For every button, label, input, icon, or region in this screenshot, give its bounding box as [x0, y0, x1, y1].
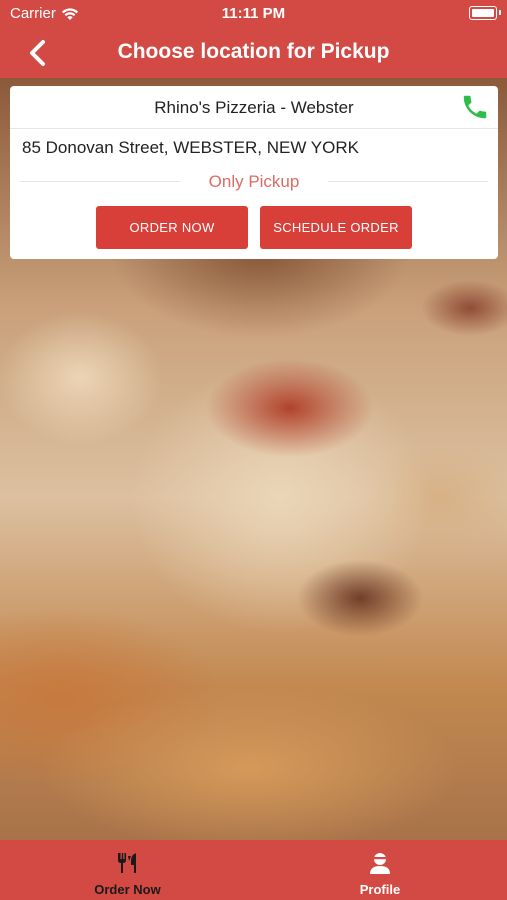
- tab-profile[interactable]: Profile: [330, 840, 430, 900]
- pickup-label: Only Pickup: [208, 172, 300, 191]
- phone-icon[interactable]: [460, 92, 490, 122]
- status-bar: Carrier 11:11 PM: [0, 0, 507, 28]
- fork-knife-icon: [117, 853, 136, 873]
- store-address: 85 Donovan Street, WEBSTER, NEW YORK: [22, 138, 359, 157]
- order-now-button[interactable]: ORDER NOW: [96, 206, 248, 249]
- user-icon: [370, 853, 390, 874]
- location-card: Rhino's Pizzeria - Webster 85 Donovan St…: [10, 86, 498, 259]
- tab-bar: Order Now Profile: [0, 840, 507, 900]
- navigation-bar: Choose location for Pickup: [0, 28, 507, 78]
- card-divider: [10, 128, 498, 129]
- battery-icon: [469, 6, 501, 20]
- tab-profile-label: Profile: [359, 882, 401, 897]
- page-title: Choose location for Pickup: [117, 40, 390, 63]
- store-name: Rhino's Pizzeria - Webster: [154, 98, 354, 117]
- clock: 11:11 PM: [221, 5, 286, 22]
- tab-order-now-label: Order Now: [94, 882, 161, 897]
- pickup-divider-right: [328, 181, 488, 182]
- tab-order-now[interactable]: Order Now: [70, 840, 185, 900]
- schedule-order-button[interactable]: SCHEDULE ORDER: [260, 206, 412, 249]
- pickup-row: Only Pickup: [20, 170, 488, 194]
